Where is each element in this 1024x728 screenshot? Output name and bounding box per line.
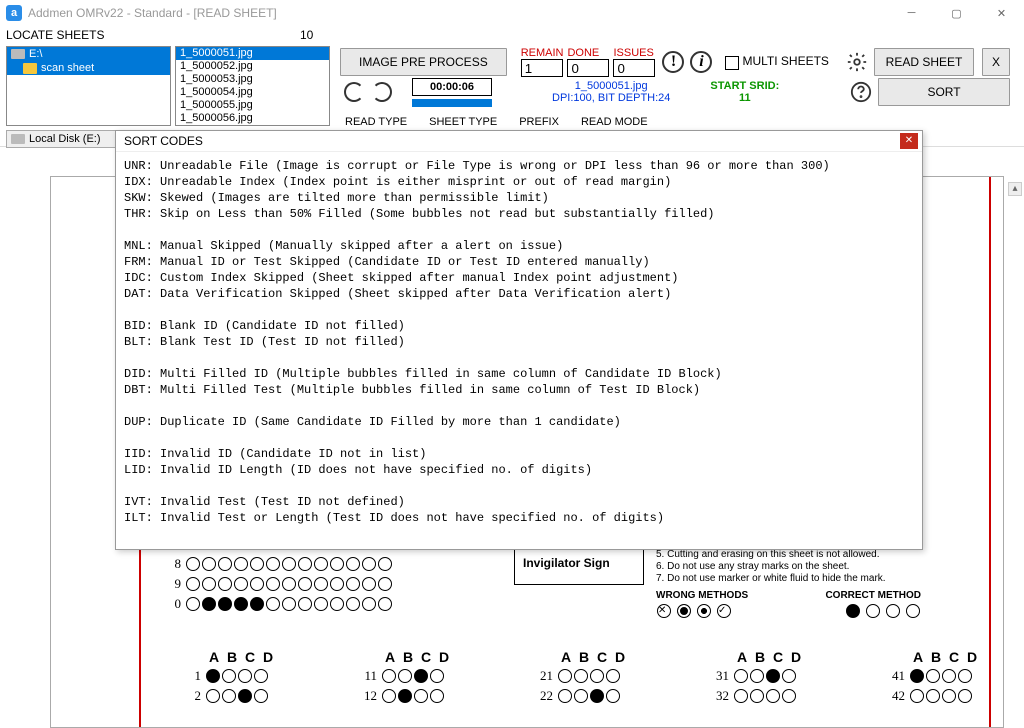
tree-drive[interactable]: E:\ bbox=[7, 47, 170, 61]
list-item[interactable]: 1_5000054.jpg bbox=[176, 86, 329, 99]
start-srid-value: 11 bbox=[710, 92, 779, 104]
remain-field[interactable] bbox=[521, 59, 563, 77]
list-item[interactable]: 1_5000055.jpg bbox=[176, 99, 329, 112]
warning-icon[interactable]: ! bbox=[662, 51, 684, 73]
tree-folder-label: scan sheet bbox=[41, 62, 94, 74]
prefix-label[interactable]: PREFIX bbox=[519, 116, 559, 128]
sort-codes-body: UNR: Unreadable File (Image is corrupt o… bbox=[116, 152, 922, 532]
rotate-ccw-icon[interactable] bbox=[344, 82, 364, 102]
locate-number: 10 bbox=[300, 28, 313, 42]
top-panel: LOCATE SHEETS 10 E:\ scan sheet 1_500005… bbox=[0, 26, 1024, 147]
issues-label: ISSUES bbox=[613, 47, 653, 59]
sort-codes-title: SORT CODES bbox=[124, 134, 203, 148]
locate-sheets-label: LOCATE SHEETS bbox=[6, 28, 104, 42]
info-icon[interactable]: i bbox=[690, 51, 712, 73]
multi-sheets-label: MULTI SHEETS bbox=[742, 54, 828, 68]
sort-codes-panel: SORT CODES ✕ UNR: Unreadable File (Image… bbox=[115, 130, 923, 550]
read-sheet-button[interactable]: READ SHEET bbox=[874, 48, 974, 76]
done-field[interactable] bbox=[567, 59, 609, 77]
read-mode-label[interactable]: READ MODE bbox=[581, 116, 648, 128]
minimize-button[interactable]: ─ bbox=[889, 0, 934, 26]
question-column: ABCD 21 22 bbox=[533, 649, 629, 707]
file-list[interactable]: 1_5000051.jpg 1_5000052.jpg 1_5000053.jp… bbox=[175, 46, 330, 126]
list-item[interactable]: 1_5000051.jpg bbox=[176, 47, 329, 60]
question-column: ABCD 11 12 bbox=[357, 649, 453, 707]
list-item[interactable]: 1_5000052.jpg bbox=[176, 60, 329, 73]
drive-icon bbox=[11, 134, 25, 144]
multi-sheets-checkbox[interactable] bbox=[725, 56, 739, 70]
id-row: 0 bbox=[161, 595, 393, 613]
id-row: 9 bbox=[161, 575, 393, 593]
rotate-cw-icon[interactable] bbox=[372, 82, 392, 102]
question-column: ABCD 41 42 bbox=[885, 649, 981, 707]
list-item[interactable]: 1_5000056.jpg bbox=[176, 112, 329, 125]
timer: 00:00:06 bbox=[412, 78, 492, 96]
scrollbar-up-button[interactable] bbox=[1008, 182, 1022, 196]
dpi-label: DPI:100, BIT DEPTH:24 bbox=[552, 92, 670, 104]
local-disk-label: Local Disk (E:) bbox=[29, 133, 101, 145]
x-button[interactable]: X bbox=[982, 48, 1010, 76]
image-pre-process-button[interactable]: IMAGE PRE PROCESS bbox=[340, 48, 507, 76]
gear-icon[interactable] bbox=[846, 51, 868, 73]
id-row: 8 bbox=[161, 555, 393, 573]
help-icon[interactable] bbox=[850, 81, 872, 103]
current-file-label: 1_5000051.jpg bbox=[552, 80, 670, 92]
issues-field[interactable] bbox=[613, 59, 655, 77]
folder-icon bbox=[23, 63, 37, 74]
wrong-methods-label: WRONG METHODS bbox=[656, 590, 748, 602]
done-label: DONE bbox=[567, 47, 599, 59]
margin-line-right bbox=[989, 177, 991, 727]
drive-icon bbox=[11, 49, 25, 59]
app-icon: a bbox=[6, 5, 22, 21]
sheet-type-label[interactable]: SHEET TYPE bbox=[429, 116, 497, 128]
close-button[interactable]: ✕ bbox=[979, 0, 1024, 26]
sort-button[interactable]: SORT bbox=[878, 78, 1010, 106]
start-srid-label: START SRID: bbox=[710, 80, 779, 92]
read-type-label[interactable]: READ TYPE bbox=[345, 116, 407, 128]
maximize-button[interactable]: ▢ bbox=[934, 0, 979, 26]
tree-drive-label: E:\ bbox=[29, 48, 42, 60]
close-icon[interactable]: ✕ bbox=[900, 133, 918, 149]
titlebar: a Addmen OMRv22 - Standard - [READ SHEET… bbox=[0, 0, 1024, 26]
tree-folder[interactable]: scan sheet bbox=[7, 61, 170, 75]
question-column: ABCD 1 2 bbox=[181, 649, 277, 707]
correct-method-label: CORRECT METHOD bbox=[825, 590, 921, 602]
menu-labels: READ TYPE SHEET TYPE PREFIX READ MODE bbox=[345, 116, 648, 128]
list-item[interactable]: 1_5000053.jpg bbox=[176, 73, 329, 86]
instructions: 5. Cutting and erasing on this sheet is … bbox=[656, 549, 921, 618]
folder-tree[interactable]: E:\ scan sheet bbox=[6, 46, 171, 126]
question-column: ABCD 31 32 bbox=[709, 649, 805, 707]
progress-bar bbox=[412, 99, 492, 107]
multi-sheets-wrap[interactable]: MULTI SHEETS bbox=[725, 54, 828, 69]
remain-label: REMAIN bbox=[521, 47, 564, 59]
window-title: Addmen OMRv22 - Standard - [READ SHEET] bbox=[28, 6, 889, 20]
invigilator-sign-box: Invigilator Sign bbox=[514, 547, 644, 585]
